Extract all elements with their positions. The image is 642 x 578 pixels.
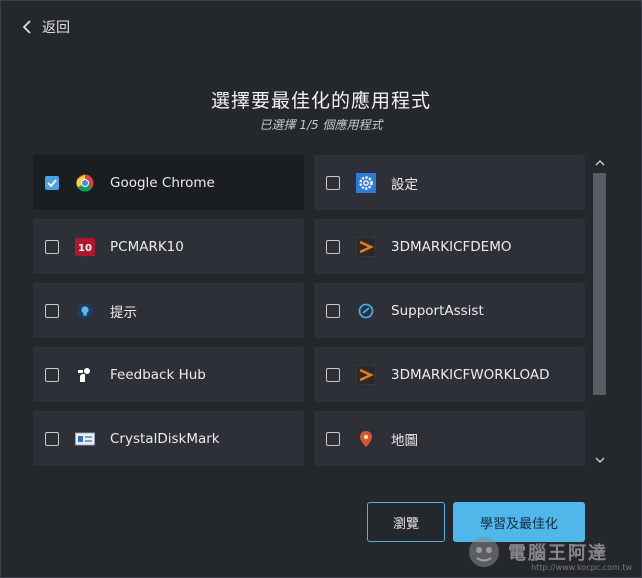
checkbox[interactable]: [45, 367, 59, 382]
3dmark-icon: [356, 236, 376, 257]
checkbox[interactable]: [45, 239, 59, 254]
app-tile-google-chrome[interactable]: Google Chrome: [33, 155, 304, 210]
scroll-down-button[interactable]: [592, 453, 607, 468]
app-name: SupportAssist: [391, 302, 484, 319]
scroll-up-button[interactable]: [592, 155, 607, 170]
back-label: 返回: [42, 20, 70, 36]
app-tile-crystaldiskmark[interactable]: CrystalDiskMark: [33, 411, 304, 466]
watermark-text: 電腦王阿達: [508, 543, 608, 564]
chevron-down-icon: [595, 457, 604, 463]
app-tile-feedback-hub[interactable]: Feedback Hub: [33, 347, 304, 402]
tips-lightbulb-icon: [75, 301, 95, 321]
maps-pin-icon: [356, 429, 376, 449]
app-name: 3DMARKICFWORKLOAD: [391, 366, 550, 383]
selection-count: 已選擇 1/5 個應用程式: [259, 118, 383, 132]
scroll-thumb[interactable]: [593, 173, 606, 395]
checkbox[interactable]: [326, 431, 340, 446]
checkbox[interactable]: [326, 175, 340, 190]
checkbox-checked[interactable]: [45, 175, 59, 190]
settings-gear-icon: [356, 172, 376, 193]
app-name: Google Chrome: [110, 174, 215, 191]
app-name: 設定: [391, 176, 418, 193]
app-tile-tips[interactable]: 提示: [33, 283, 304, 338]
back-button[interactable]: 返回: [22, 17, 70, 37]
supportassist-icon: [356, 301, 376, 321]
crystaldiskmark-icon: [75, 429, 95, 449]
app-tile-supportassist[interactable]: SupportAssist: [314, 283, 585, 338]
app-name: 提示: [110, 304, 137, 321]
chevron-up-icon: [595, 160, 604, 166]
feedback-hub-icon: [75, 365, 95, 385]
check-icon: [47, 178, 57, 187]
checkbox[interactable]: [45, 303, 59, 318]
pcmark10-icon: 10: [75, 237, 95, 257]
checkbox[interactable]: [45, 431, 59, 446]
svg-text:10: 10: [78, 243, 92, 254]
browse-button[interactable]: 瀏覽: [367, 502, 445, 542]
checkbox[interactable]: [326, 303, 340, 318]
watermark: 電腦王阿達 http://www.kocpc.com.tw: [466, 532, 636, 572]
app-grid: Google Chrome 設定 10 PCMARK10 3DMARKICFDE…: [33, 155, 585, 468]
app-tile-3dmarkicfworkload[interactable]: 3DMARKICFWORKLOAD: [314, 347, 585, 402]
app-tile-settings[interactable]: 設定: [314, 155, 585, 210]
watermark-url: http://www.kocpc.com.tw: [531, 563, 632, 572]
chrome-icon: [75, 173, 95, 193]
checkbox[interactable]: [326, 367, 340, 382]
checkbox[interactable]: [326, 239, 340, 254]
3dmark-icon: [356, 364, 376, 385]
mascot-logo-icon: [469, 537, 499, 567]
vertical-scrollbar[interactable]: [592, 155, 607, 468]
app-tile-pcmark10[interactable]: 10 PCMARK10: [33, 219, 304, 274]
app-tile-maps[interactable]: 地圖: [314, 411, 585, 466]
app-name: 地圖: [391, 432, 418, 449]
app-name: PCMARK10: [110, 238, 184, 255]
chevron-left-icon: [22, 20, 31, 34]
app-name: Feedback Hub: [110, 366, 206, 383]
app-name: 3DMARKICFDEMO: [391, 238, 512, 255]
app-tile-3dmarkicfdemo[interactable]: 3DMARKICFDEMO: [314, 219, 585, 274]
app-name: CrystalDiskMark: [110, 430, 220, 447]
page-title: 選擇要最佳化的應用程式: [210, 90, 431, 112]
